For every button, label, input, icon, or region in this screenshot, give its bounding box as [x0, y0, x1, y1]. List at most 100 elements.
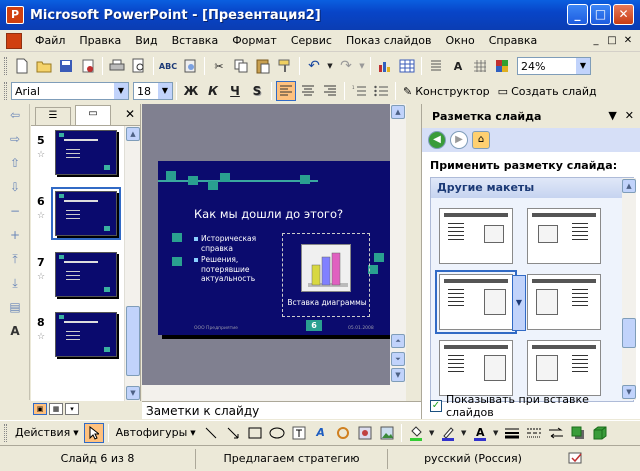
diagram-icon[interactable]: [333, 423, 353, 443]
italic-button[interactable]: К: [203, 81, 223, 101]
format-painter-icon[interactable]: [275, 56, 295, 76]
layout-title-table-text[interactable]: [527, 340, 601, 396]
bold-button[interactable]: Ж: [181, 81, 201, 101]
cut-icon[interactable]: ✂: [209, 56, 229, 76]
slide-thumb-7[interactable]: 7 ☆: [35, 250, 123, 300]
show-formatting-icon[interactable]: A: [4, 324, 26, 344]
print-preview-icon[interactable]: [129, 56, 149, 76]
undo-icon[interactable]: ↶: [304, 56, 324, 76]
chevron-down-icon[interactable]: ▼: [158, 83, 172, 99]
slide-body[interactable]: Историческая справка Решения, потерявшие…: [194, 234, 274, 286]
chevron-down-icon[interactable]: ▼: [576, 58, 590, 74]
undo-dropdown-icon[interactable]: ▼: [326, 56, 334, 76]
save-icon[interactable]: [56, 56, 76, 76]
arrow-style-icon[interactable]: [546, 423, 566, 443]
layout-title-text-chart[interactable]: ▼: [435, 270, 526, 334]
tab-slides[interactable]: ▭: [75, 105, 111, 125]
zoom-select[interactable]: 24% ▼: [517, 57, 591, 75]
slide-title[interactable]: Как мы дошли до этого?: [194, 207, 343, 221]
menu-slideshow[interactable]: Показ слайдов: [339, 34, 439, 47]
layout-title-text-table[interactable]: [439, 340, 513, 396]
minimize-button[interactable]: _: [567, 4, 588, 25]
task-pane-close-icon[interactable]: ✕: [625, 109, 634, 122]
slide-thumb-8[interactable]: 8 ☆: [35, 310, 123, 360]
menu-help[interactable]: Справка: [482, 34, 544, 47]
menu-edit[interactable]: Правка: [72, 34, 128, 47]
line-icon[interactable]: [201, 423, 221, 443]
menu-file[interactable]: Файл: [28, 34, 72, 47]
menu-format[interactable]: Формат: [225, 34, 284, 47]
chevron-down-icon[interactable]: ▼: [512, 275, 526, 331]
scrollbar-thumb[interactable]: [622, 318, 636, 348]
normal-view-icon[interactable]: ▣: [33, 403, 47, 415]
slide-thumb-5[interactable]: 5 ☆: [35, 128, 123, 178]
home-icon[interactable]: ⌂: [472, 131, 490, 149]
font-size-select[interactable]: 18 ▼: [133, 82, 173, 100]
back-icon[interactable]: ◀: [428, 131, 446, 149]
layout-scrollbar[interactable]: ▲ ▼: [622, 178, 636, 400]
clipart-icon[interactable]: [355, 423, 375, 443]
designer-button[interactable]: ✎ Конструктор: [399, 85, 494, 98]
menu-insert[interactable]: Вставка: [165, 34, 226, 47]
scroll-up-icon[interactable]: ▲: [126, 127, 140, 141]
new-document-icon[interactable]: [12, 56, 32, 76]
maximize-button[interactable]: □: [590, 4, 611, 25]
tab-outline[interactable]: ☰: [35, 107, 71, 125]
slide-thumb-6[interactable]: 6 ☆: [35, 187, 123, 240]
align-center-icon[interactable]: [298, 81, 318, 101]
insert-chart-icon[interactable]: [375, 56, 395, 76]
layout-title-clipart-text[interactable]: [527, 208, 601, 264]
status-design-template[interactable]: Предлагаем стратегию: [196, 448, 388, 469]
toolbar-grip[interactable]: [4, 423, 7, 442]
chart-placeholder[interactable]: Вставка диаграммы: [282, 233, 370, 317]
notes-pane[interactable]: Заметки к слайду: [142, 401, 421, 419]
current-slide[interactable]: Как мы дошли до этого? Историческая спра…: [158, 161, 390, 335]
fill-color-dropdown-icon[interactable]: ▼: [428, 423, 436, 443]
scrollbar-thumb[interactable]: [126, 306, 140, 376]
status-language[interactable]: русский (Россия): [388, 449, 558, 469]
spelling-icon[interactable]: ABC: [158, 56, 178, 76]
powerpoint-app-icon[interactable]: P: [6, 6, 24, 24]
shadow-style-icon[interactable]: [568, 423, 588, 443]
fill-color-icon[interactable]: [406, 423, 426, 443]
select-pointer-icon[interactable]: [83, 422, 104, 443]
show-on-insert-checkbox[interactable]: ✓: [430, 400, 442, 412]
document-icon[interactable]: [6, 32, 22, 49]
doc-minimize-button[interactable]: _: [590, 35, 602, 46]
scroll-up-icon[interactable]: ▲: [622, 179, 636, 193]
slides-scrollbar[interactable]: ▲ ▼: [124, 126, 140, 401]
menu-window[interactable]: Окно: [439, 34, 482, 47]
actions-menu-button[interactable]: Действия ▼: [11, 426, 83, 439]
line-style-icon[interactable]: [502, 423, 522, 443]
dash-style-icon[interactable]: [524, 423, 544, 443]
permission-icon[interactable]: [78, 56, 98, 76]
slide-sorter-icon[interactable]: ▦: [49, 403, 63, 415]
move-up-icon[interactable]: ⇧: [4, 156, 26, 176]
task-pane-dropdown-icon[interactable]: ▼: [608, 109, 616, 122]
redo-icon[interactable]: ↷: [336, 56, 356, 76]
redo-dropdown-icon[interactable]: ▼: [358, 56, 366, 76]
font-select[interactable]: Arial ▼: [11, 82, 129, 100]
arrow-icon[interactable]: [223, 423, 243, 443]
chart-icon[interactable]: [301, 244, 351, 292]
scroll-down-icon[interactable]: ▼: [391, 368, 405, 382]
line-color-dropdown-icon[interactable]: ▼: [460, 423, 468, 443]
show-formatting-icon[interactable]: A: [448, 56, 468, 76]
show-grid-icon[interactable]: [470, 56, 490, 76]
slide-area-vertical-scrollbar[interactable]: ▲ ⏶ ⏷ ▼: [390, 104, 406, 385]
color-grayscale-icon[interactable]: [492, 56, 512, 76]
close-icon[interactable]: ✕: [125, 107, 135, 121]
collapse-all-icon[interactable]: ⤒: [4, 252, 26, 272]
copy-icon[interactable]: [231, 56, 251, 76]
bullets-icon[interactable]: [371, 81, 391, 101]
new-slide-button[interactable]: ▭ Создать слайд: [494, 85, 601, 98]
toolbar-grip[interactable]: [4, 57, 7, 75]
menu-tools[interactable]: Сервис: [284, 34, 339, 47]
chevron-down-icon[interactable]: ▼: [114, 83, 128, 99]
scroll-down-icon[interactable]: ▼: [126, 386, 140, 400]
promote-icon[interactable]: ⇦: [4, 108, 26, 128]
autoshapes-menu-button[interactable]: Автофигуры ▼: [112, 426, 200, 439]
scroll-up-icon[interactable]: ▲: [391, 105, 405, 119]
align-right-icon[interactable]: [320, 81, 340, 101]
oval-icon[interactable]: [267, 423, 287, 443]
